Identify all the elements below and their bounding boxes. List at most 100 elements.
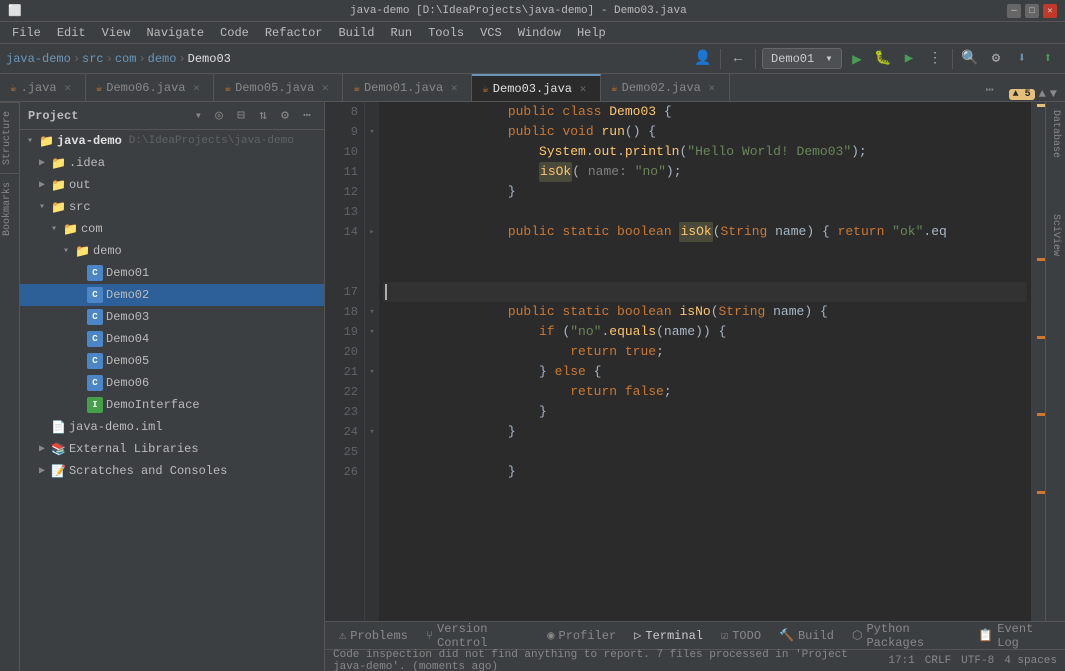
version-control-tab[interactable]: ⑂ Version Control [418,619,537,653]
menu-build[interactable]: Build [330,24,382,42]
locate-file-button[interactable]: ◎ [210,107,228,125]
maximize-button[interactable]: □ [1025,4,1039,18]
tree-item-demo03[interactable]: C Demo03 [20,306,324,328]
tree-item-idea[interactable]: ▶ 📁 .idea [20,152,324,174]
menu-navigate[interactable]: Navigate [138,24,212,42]
back-button[interactable]: ← [727,48,749,70]
menu-refactor[interactable]: Refactor [257,24,331,42]
sort-button[interactable]: ⇅ [254,107,272,125]
menu-run[interactable]: Run [382,24,420,42]
tab-close-demo05[interactable]: ✕ [318,81,332,95]
tree-item-demo05[interactable]: C Demo05 [20,350,324,372]
tab-close-dotjava[interactable]: ✕ [61,81,75,95]
menu-help[interactable]: Help [569,24,614,42]
code-line-14[interactable]: public static boolean isOk(String name) … [383,222,1027,242]
tree-item-com[interactable]: ▾ 📁 com [20,218,324,240]
git-update-button[interactable]: ⬇ [1011,48,1033,70]
sidebar-settings-button[interactable]: ⚙ [276,107,294,125]
menu-window[interactable]: Window [510,24,569,42]
code-editor[interactable]: 8 9 10 11 12 13 14 17 18 19 20 21 22 23 [325,102,1031,621]
tree-item-scratches[interactable]: ▶ 📝 Scratches and Consoles [20,460,324,482]
tree-item-demo[interactable]: ▾ 📁 demo [20,240,324,262]
indent-size[interactable]: 4 spaces [1004,655,1057,667]
tab-close-demo03[interactable]: ✕ [576,82,590,96]
sciview-tab[interactable]: SciView [1048,206,1063,264]
tab-demo02[interactable]: ☕ Demo02.java ✕ [601,74,730,101]
fold-arrow-21[interactable]: ▾ [369,367,374,377]
warning-down-button[interactable]: ▼ [1050,87,1057,101]
code-line-16[interactable] [383,262,1027,282]
menu-edit[interactable]: Edit [49,24,94,42]
code-content[interactable]: public class Demo03 { public void run() … [379,102,1031,621]
menu-tools[interactable]: Tools [420,24,472,42]
code-line-12[interactable]: } [383,182,1027,202]
tree-item-extlibs[interactable]: ▶ 📚 External Libraries [20,438,324,460]
gutter-19[interactable]: ▾ [365,322,379,342]
build-tab[interactable]: 🔨 Build [771,625,842,646]
tab-close-demo06[interactable]: ✕ [189,81,203,95]
tab-demo01[interactable]: ☕ Demo01.java ✕ [343,74,472,101]
menu-view[interactable]: View [94,24,139,42]
python-packages-tab[interactable]: ⬡ Python Packages [844,619,966,653]
editor-area[interactable]: 8 9 10 11 12 13 14 17 18 19 20 21 22 23 [325,102,1065,621]
fold-arrow-24[interactable]: ▾ [369,427,374,437]
database-tab[interactable]: Database [1048,102,1063,166]
event-log-tab[interactable]: 📋 Event Log [970,619,1059,653]
gutter-24[interactable]: ▾ [365,422,379,442]
cursor-position[interactable]: 17:1 [888,655,914,667]
gutter-21[interactable]: ▾ [365,362,379,382]
tree-item-demo02[interactable]: C Demo02 [20,284,324,306]
tab-close-demo01[interactable]: ✕ [447,81,461,95]
debug-button[interactable]: 🐛 [872,48,894,70]
problems-tab[interactable]: ⚠ Problems [331,625,416,646]
breadcrumb-demo03[interactable]: Demo03 [188,52,231,66]
terminal-tab[interactable]: ▷ Terminal [626,625,711,646]
fold-arrow-18[interactable]: ▾ [369,307,374,317]
settings-button[interactable]: ⚙ [985,48,1007,70]
line-ending[interactable]: CRLF [925,655,951,667]
menu-vcs[interactable]: VCS [472,24,510,42]
tab-demo06[interactable]: ☕ Demo06.java ✕ [86,74,215,101]
search-everywhere-button[interactable]: 🔍 [959,48,981,70]
sidebar-more-button[interactable]: ⋯ [298,107,316,125]
collapse-all-button[interactable]: ⊟ [232,107,250,125]
fold-arrow-19[interactable]: ▾ [369,327,374,337]
gutter-9[interactable]: ▾ [365,122,379,142]
coverage-button[interactable]: ▶ [898,48,920,70]
tree-item-demo06[interactable]: C Demo06 [20,372,324,394]
tab-overflow-button[interactable]: ⋯ [979,79,1001,101]
bookmarks-tab[interactable]: Bookmarks [0,173,19,244]
user-icon[interactable]: 👤 [692,48,714,70]
breadcrumb-src[interactable]: src [82,52,104,66]
tree-item-src[interactable]: ▾ 📁 src [20,196,324,218]
code-line-26[interactable]: } [383,462,1027,482]
tab-close-demo02[interactable]: ✕ [705,81,719,95]
breadcrumb-com[interactable]: com [115,52,137,66]
profiler-tab[interactable]: ◉ Profiler [539,625,624,646]
tree-item-root[interactable]: ▾ 📁 java-demo D:\IdeaProjects\java-demo [20,130,324,152]
tab-demo03[interactable]: ☕ Demo03.java ✕ [472,74,601,101]
code-line-24[interactable]: } [383,422,1027,442]
fold-arrow-9[interactable]: ▾ [369,127,374,137]
encoding[interactable]: UTF-8 [961,655,994,667]
breadcrumb-demo[interactable]: demo [148,52,177,66]
tree-item-out[interactable]: ▶ 📁 out [20,174,324,196]
tree-item-demo04[interactable]: C Demo04 [20,328,324,350]
tree-item-demointerface[interactable]: I DemoInterface [20,394,324,416]
menu-code[interactable]: Code [212,24,257,42]
minimize-button[interactable]: ─ [1007,4,1021,18]
git-push-button[interactable]: ⬆ [1037,48,1059,70]
breadcrumb-java-demo[interactable]: java-demo [6,52,71,66]
run-config-dropdown[interactable]: Demo01 ▾ [762,48,842,69]
tab-demo05[interactable]: ☕ Demo05.java ✕ [214,74,343,101]
tab-dotjava[interactable]: ☕ .java ✕ [0,74,86,101]
gutter-14[interactable]: ▸ [365,222,379,242]
tree-item-demo01[interactable]: C Demo01 [20,262,324,284]
structure-tab[interactable]: Structure [0,102,19,173]
more-run-button[interactable]: ⋮ [924,48,946,70]
run-button[interactable]: ▶ [846,48,868,70]
todo-tab[interactable]: ☑ TODO [713,625,769,646]
tree-item-iml[interactable]: 📄 java-demo.iml [20,416,324,438]
gutter-18[interactable]: ▾ [365,302,379,322]
fold-arrow-14[interactable]: ▸ [369,227,374,237]
